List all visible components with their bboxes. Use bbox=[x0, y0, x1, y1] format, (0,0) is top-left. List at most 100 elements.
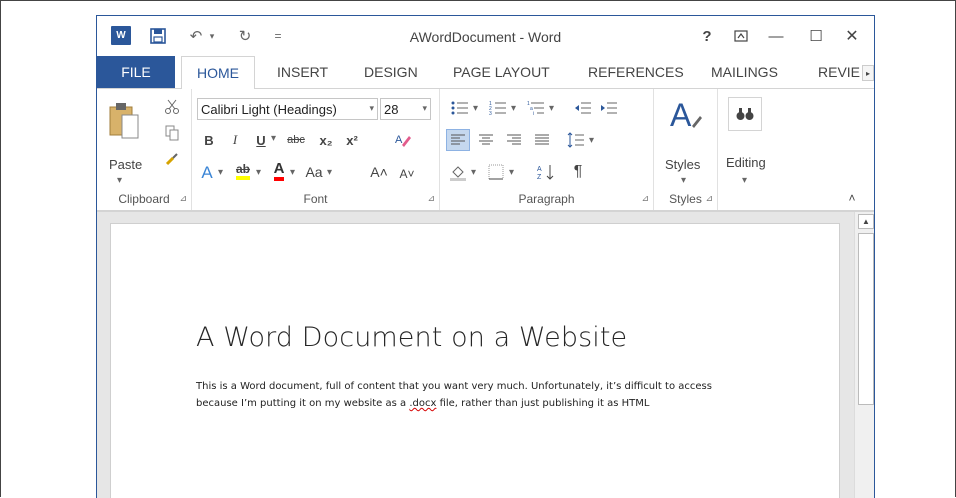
show-formatting-marks-button[interactable]: ¶ bbox=[566, 161, 590, 183]
borders-dropdown-icon[interactable]: ▾ bbox=[509, 167, 514, 178]
font-size-combo[interactable]: 28 ▾ bbox=[380, 98, 431, 120]
font-name-dropdown-icon[interactable]: ▾ bbox=[369, 103, 374, 114]
increase-indent-button[interactable] bbox=[597, 97, 621, 119]
bullets-dropdown-icon[interactable]: ▾ bbox=[473, 103, 478, 114]
clipboard-dialog-launcher-icon[interactable]: ⊿ bbox=[179, 193, 187, 204]
styles-gallery-icon[interactable]: A bbox=[667, 95, 705, 139]
close-button[interactable]: ✕ bbox=[839, 24, 865, 48]
font-group-label: Font bbox=[303, 192, 328, 206]
bold-button[interactable]: B bbox=[200, 129, 218, 151]
font-color-button[interactable]: A bbox=[269, 159, 289, 183]
help-button[interactable]: ? bbox=[694, 24, 720, 48]
format-painter-icon[interactable] bbox=[161, 149, 183, 169]
font-color-dropdown-icon[interactable]: ▾ bbox=[290, 167, 295, 178]
change-case-button[interactable]: Aa bbox=[302, 161, 326, 183]
tab-references[interactable]: REFERENCES bbox=[588, 56, 684, 88]
paste-dropdown-icon[interactable]: ▾ bbox=[117, 175, 122, 186]
maximize-button[interactable]: ☐ bbox=[803, 24, 829, 48]
tab-insert[interactable]: INSERT bbox=[277, 56, 328, 88]
highlight-button[interactable]: ab bbox=[232, 159, 254, 183]
editing-group: Editing ▾ bbox=[718, 89, 778, 210]
shrink-font-button[interactable]: A˅ bbox=[396, 163, 418, 185]
highlight-dropdown-icon[interactable]: ▾ bbox=[256, 167, 261, 178]
superscript-button[interactable]: x² bbox=[342, 129, 362, 151]
highlight-glyph: ab bbox=[235, 162, 250, 180]
document-body-line-2[interactable]: because I’m putting it on my website as … bbox=[196, 398, 649, 409]
paste-label[interactable]: Paste bbox=[109, 157, 142, 172]
font-name-value: Calibri Light (Headings) bbox=[201, 101, 337, 117]
sort-button[interactable]: AZ bbox=[534, 161, 558, 183]
editing-button-label[interactable]: Editing bbox=[726, 155, 766, 170]
shading-button[interactable] bbox=[446, 161, 470, 183]
scrollbar-thumb[interactable] bbox=[858, 233, 874, 405]
cut-icon[interactable] bbox=[161, 97, 183, 117]
decrease-indent-button[interactable] bbox=[571, 97, 595, 119]
copy-icon[interactable] bbox=[161, 123, 183, 143]
align-center-button[interactable] bbox=[474, 129, 498, 151]
clear-formatting-icon[interactable]: A bbox=[392, 129, 414, 151]
customize-quick-access-icon[interactable]: = bbox=[267, 26, 289, 46]
grow-font-button[interactable]: A˄ bbox=[368, 161, 390, 183]
align-right-button[interactable] bbox=[502, 129, 526, 151]
text-effects-button[interactable]: A bbox=[197, 162, 217, 184]
document-body-line-1[interactable]: This is a Word document, full of content… bbox=[196, 381, 712, 392]
tabs-scroll-right-icon[interactable]: ▸ bbox=[862, 65, 874, 81]
tab-mailings[interactable]: MAILINGS bbox=[711, 56, 778, 88]
bullets-button[interactable] bbox=[448, 97, 472, 119]
scroll-up-icon[interactable]: ▲ bbox=[858, 214, 874, 229]
collapse-ribbon-icon[interactable]: ˄ bbox=[845, 191, 859, 205]
paragraph-dialog-launcher-icon[interactable]: ⊿ bbox=[641, 193, 649, 204]
multilevel-list-dropdown-icon[interactable]: ▾ bbox=[549, 103, 554, 114]
tab-home[interactable]: HOME bbox=[181, 56, 255, 89]
underline-dropdown-icon[interactable]: ▾ bbox=[271, 133, 276, 144]
justify-button[interactable] bbox=[530, 129, 554, 151]
spelling-error-word[interactable]: .docx bbox=[409, 398, 436, 409]
text-effects-dropdown-icon[interactable]: ▾ bbox=[218, 167, 223, 178]
tab-review[interactable]: REVIE bbox=[818, 56, 860, 88]
tab-file[interactable]: FILE bbox=[97, 56, 175, 88]
borders-button[interactable] bbox=[484, 161, 508, 183]
multilevel-list-button[interactable]: 1ai bbox=[524, 97, 548, 119]
document-page[interactable]: A Word Document on a Website This is a W… bbox=[110, 223, 840, 498]
find-binoculars-icon[interactable] bbox=[728, 97, 762, 131]
clipboard-group: Paste ▾ Clipboard ⊿ bbox=[97, 89, 192, 210]
tab-design[interactable]: DESIGN bbox=[364, 56, 418, 88]
svg-text:Z: Z bbox=[537, 174, 542, 181]
tab-page-layout[interactable]: PAGE LAYOUT bbox=[453, 56, 550, 88]
ribbon-display-options-icon[interactable] bbox=[728, 24, 754, 48]
numbering-dropdown-icon[interactable]: ▾ bbox=[511, 103, 516, 114]
align-left-button[interactable] bbox=[446, 129, 470, 151]
undo-dropdown-icon[interactable]: ▾ bbox=[201, 26, 223, 46]
body-line-2-start: because I’m putting it on my website as … bbox=[196, 398, 410, 409]
italic-button[interactable]: I bbox=[226, 129, 244, 151]
strikethrough-button[interactable]: abc bbox=[283, 129, 309, 151]
numbering-button[interactable]: 123 bbox=[486, 97, 510, 119]
paragraph-group-label: Paragraph bbox=[518, 192, 575, 206]
styles-button-label[interactable]: Styles bbox=[665, 157, 700, 172]
line-spacing-button[interactable] bbox=[564, 129, 588, 151]
change-case-dropdown-icon[interactable]: ▾ bbox=[327, 167, 332, 178]
ribbon-tabs: FILE HOME INSERT DESIGN PAGE LAYOUT REFE… bbox=[97, 56, 874, 89]
shading-dropdown-icon[interactable]: ▾ bbox=[471, 167, 476, 178]
redo-icon[interactable]: ↻ bbox=[234, 26, 256, 46]
svg-text:3: 3 bbox=[489, 111, 492, 116]
word-app-icon[interactable]: W bbox=[111, 26, 131, 45]
vertical-scrollbar[interactable]: ▲ bbox=[854, 212, 874, 498]
minimize-button[interactable]: — bbox=[763, 24, 789, 48]
subscript-button[interactable]: x₂ bbox=[316, 129, 336, 151]
styles-dialog-launcher-icon[interactable]: ⊿ bbox=[705, 193, 713, 204]
line-spacing-dropdown-icon[interactable]: ▾ bbox=[589, 135, 594, 146]
editing-dropdown-icon[interactable]: ▾ bbox=[742, 175, 747, 186]
styles-group: A Styles ▾ Styles ⊿ bbox=[654, 89, 718, 210]
font-dialog-launcher-icon[interactable]: ⊿ bbox=[427, 193, 435, 204]
font-group: Calibri Light (Headings) ▾ 28 ▾ B I U ▾ … bbox=[192, 89, 440, 210]
document-heading[interactable]: A Word Document on a Website bbox=[196, 322, 627, 353]
font-size-dropdown-icon[interactable]: ▾ bbox=[422, 103, 427, 114]
font-name-combo[interactable]: Calibri Light (Headings) ▾ bbox=[197, 98, 378, 120]
paste-icon[interactable] bbox=[107, 101, 143, 139]
save-icon[interactable] bbox=[147, 26, 169, 46]
paragraph-group: ▾ 123 ▾ 1ai ▾ ▾ ▾ ▾ A Z ¶ Paragraph ⊿ bbox=[440, 89, 654, 210]
ribbon: Paste ▾ Clipboard ⊿ Calibri Light (Headi… bbox=[97, 88, 874, 211]
underline-button[interactable]: U bbox=[252, 129, 270, 151]
styles-dropdown-icon[interactable]: ▾ bbox=[681, 175, 686, 186]
